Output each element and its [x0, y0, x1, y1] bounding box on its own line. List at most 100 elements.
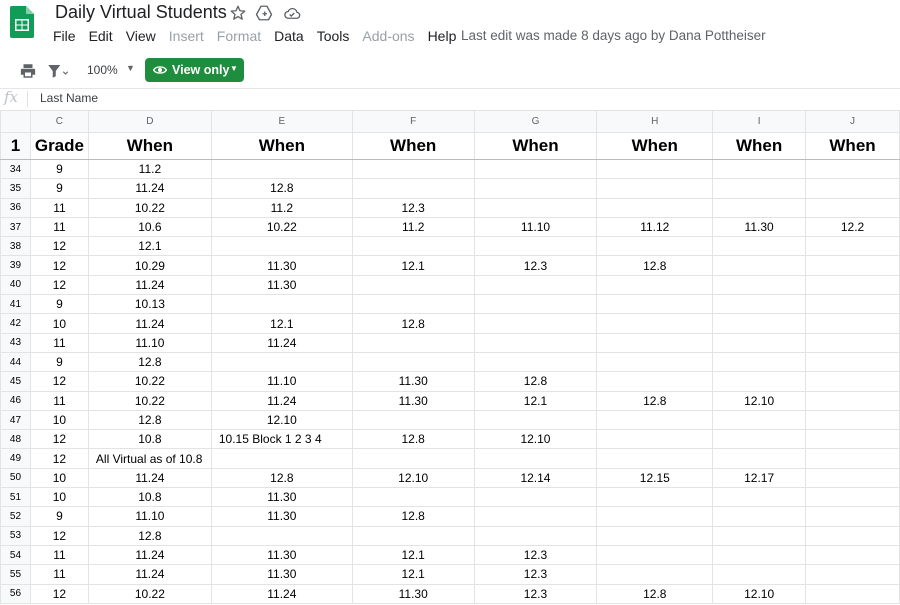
cell[interactable]: [473, 506, 598, 527]
cell[interactable]: [351, 158, 475, 180]
cell[interactable]: 11.30: [210, 274, 353, 296]
cell[interactable]: 11.30: [351, 583, 475, 604]
cell[interactable]: [805, 448, 900, 469]
select-all-corner[interactable]: [0, 110, 31, 133]
cell[interactable]: 10: [29, 313, 89, 334]
column-header-c[interactable]: C: [29, 110, 89, 133]
cell[interactable]: [210, 525, 353, 546]
cell[interactable]: [473, 351, 598, 373]
last-edit-link[interactable]: Last edit was made 8 days ago by Dana Po…: [461, 28, 766, 43]
cell[interactable]: 11.24: [87, 544, 212, 566]
cell[interactable]: 12: [29, 255, 89, 276]
cell[interactable]: 12.1: [473, 390, 598, 411]
cell[interactable]: [805, 197, 900, 218]
chevron-down-icon[interactable]: ▼: [126, 63, 135, 73]
cell[interactable]: [805, 351, 900, 373]
row-number[interactable]: 40: [0, 274, 31, 296]
cell[interactable]: [596, 294, 714, 315]
cell[interactable]: 11: [29, 332, 89, 353]
cell[interactable]: 11.30: [210, 564, 353, 585]
cell[interactable]: 10.15 Block 1 2 3 4: [210, 429, 353, 450]
cell[interactable]: 11: [29, 390, 89, 411]
cell[interactable]: [712, 255, 807, 276]
cell[interactable]: [712, 236, 807, 257]
cell[interactable]: [805, 390, 900, 411]
cell[interactable]: [596, 313, 714, 334]
cell[interactable]: 12.3: [473, 583, 598, 604]
row-number[interactable]: 1: [0, 132, 31, 160]
row-number[interactable]: 41: [0, 294, 31, 315]
cell[interactable]: [596, 158, 714, 180]
header-cell[interactable]: When: [596, 132, 714, 160]
cell[interactable]: 11.24: [87, 313, 212, 334]
cell[interactable]: [351, 409, 475, 431]
cell[interactable]: 12.15: [596, 467, 714, 489]
sheets-logo-icon[interactable]: [10, 6, 34, 38]
cell[interactable]: [712, 564, 807, 585]
cell[interactable]: [805, 525, 900, 546]
cell[interactable]: [596, 178, 714, 199]
column-header-j[interactable]: J: [805, 110, 900, 133]
header-cell[interactable]: When: [210, 132, 353, 160]
cell[interactable]: [805, 236, 900, 257]
cell[interactable]: 11.30: [210, 544, 353, 566]
cell[interactable]: [210, 448, 353, 469]
column-header-i[interactable]: I: [712, 110, 807, 133]
menu-data[interactable]: Data: [274, 28, 304, 44]
cell[interactable]: [351, 274, 475, 296]
cell[interactable]: 10.8: [87, 429, 212, 450]
row-number[interactable]: 42: [0, 313, 31, 334]
cell[interactable]: 11.30: [712, 216, 807, 238]
cell[interactable]: [473, 274, 598, 296]
row-number[interactable]: 37: [0, 216, 31, 238]
header-cell[interactable]: When: [87, 132, 212, 160]
cell[interactable]: [805, 371, 900, 392]
cell[interactable]: [712, 487, 807, 508]
zoom-select[interactable]: 100%: [87, 63, 118, 77]
cell[interactable]: 12: [29, 236, 89, 257]
header-cell[interactable]: Grade: [29, 132, 89, 160]
cell[interactable]: 12.17: [712, 467, 807, 489]
cell[interactable]: 9: [29, 158, 89, 180]
cell[interactable]: 10.22: [87, 197, 212, 218]
row-number[interactable]: 55: [0, 564, 31, 585]
cell[interactable]: 12.1: [87, 236, 212, 257]
cell[interactable]: [596, 274, 714, 296]
cell[interactable]: 9: [29, 178, 89, 199]
cell[interactable]: [805, 332, 900, 353]
cell[interactable]: [712, 525, 807, 546]
cell[interactable]: 11.30: [210, 487, 353, 508]
cell[interactable]: [805, 506, 900, 527]
cell[interactable]: 10.8: [87, 487, 212, 508]
cell[interactable]: 12: [29, 525, 89, 546]
cell[interactable]: 11.10: [87, 506, 212, 527]
cell[interactable]: [596, 487, 714, 508]
cell[interactable]: 12.3: [473, 255, 598, 276]
cell[interactable]: [473, 525, 598, 546]
cell[interactable]: [712, 274, 807, 296]
row-number[interactable]: 43: [0, 332, 31, 353]
menu-edit[interactable]: Edit: [89, 28, 113, 44]
cell[interactable]: 11.2: [210, 197, 353, 218]
cell[interactable]: 12.8: [351, 506, 475, 527]
cell[interactable]: [596, 525, 714, 546]
cell[interactable]: 9: [29, 294, 89, 315]
row-number[interactable]: 38: [0, 236, 31, 257]
cell[interactable]: [712, 313, 807, 334]
cell[interactable]: [712, 294, 807, 315]
row-number[interactable]: 44: [0, 351, 31, 373]
header-cell[interactable]: When: [473, 132, 598, 160]
cell[interactable]: [596, 351, 714, 373]
cell[interactable]: [473, 158, 598, 180]
column-header-f[interactable]: F: [351, 110, 475, 133]
header-cell[interactable]: When: [712, 132, 807, 160]
formula-input[interactable]: Last Name: [40, 91, 98, 105]
cell[interactable]: 10.29: [87, 255, 212, 276]
cell[interactable]: [351, 525, 475, 546]
cell[interactable]: 10.13: [87, 294, 212, 315]
cell[interactable]: [473, 236, 598, 257]
menu-view[interactable]: View: [126, 28, 156, 44]
menu-file[interactable]: File: [53, 28, 76, 44]
cell[interactable]: [351, 487, 475, 508]
cell[interactable]: 11.24: [87, 564, 212, 585]
